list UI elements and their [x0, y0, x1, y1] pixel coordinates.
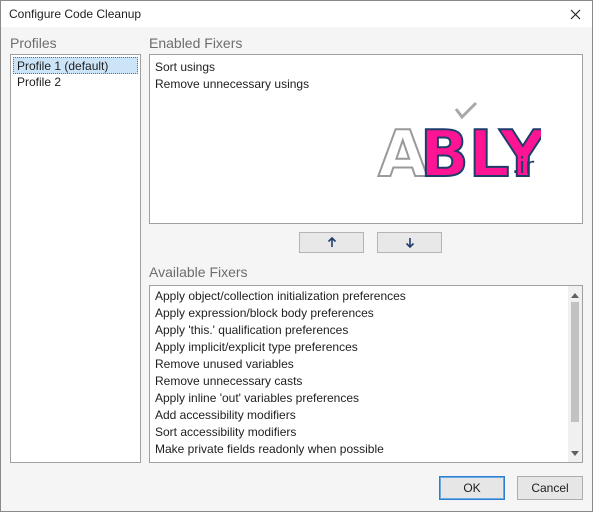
available-fixer-item[interactable]: Make private fields readonly when possib… — [150, 441, 568, 458]
available-fixer-item[interactable]: Apply expression/block body preferences — [150, 305, 568, 322]
title-bar: Configure Code Cleanup — [1, 1, 592, 27]
scroll-down-button[interactable] — [568, 446, 582, 460]
available-fixer-item[interactable]: Apply implicit/explicit type preferences — [150, 339, 568, 356]
watermark-logo: A BLY .ir — [377, 101, 541, 191]
scroll-thumb[interactable] — [571, 302, 579, 422]
scroll-down-icon — [571, 450, 579, 456]
profile-item[interactable]: Profile 1 (default) — [13, 57, 138, 74]
profile-item[interactable]: Profile 2 — [13, 74, 138, 91]
enabled-fixer-item[interactable]: Sort usings — [150, 59, 582, 76]
move-down-button[interactable] — [377, 232, 442, 253]
available-fixer-item[interactable]: Apply inline 'out' variables preferences — [150, 390, 568, 407]
available-fixer-item[interactable]: Remove unused variables — [150, 356, 568, 373]
arrow-down-icon — [405, 238, 414, 248]
ok-button[interactable]: OK — [439, 476, 505, 500]
available-fixers-list[interactable]: Apply object/collection initialization p… — [149, 285, 583, 463]
enabled-fixers-label: Enabled Fixers — [149, 35, 243, 51]
dialog-window: Configure Code Cleanup Profiles Profile … — [0, 0, 593, 512]
watermark-suffix: .ir — [512, 154, 535, 179]
scroll-up-button[interactable] — [568, 288, 582, 302]
profiles-label: Profiles — [10, 35, 57, 51]
available-fixer-item[interactable]: Apply 'this.' qualification preferences — [150, 322, 568, 339]
available-fixer-item[interactable]: Remove unnecessary casts — [150, 373, 568, 390]
available-fixer-item[interactable]: Sort accessibility modifiers — [150, 424, 568, 441]
profiles-list[interactable]: Profile 1 (default) Profile 2 — [10, 54, 141, 463]
cancel-button[interactable]: Cancel — [517, 476, 583, 500]
available-fixers-label: Available Fixers — [149, 264, 248, 280]
enabled-fixer-item[interactable]: Remove unnecessary usings — [150, 76, 582, 93]
available-fixer-item[interactable]: Apply object/collection initialization p… — [150, 288, 568, 305]
scroll-up-icon — [571, 292, 579, 298]
close-button[interactable] — [558, 1, 592, 27]
vertical-scrollbar[interactable] — [568, 286, 582, 462]
arrow-up-icon — [327, 237, 336, 247]
close-icon — [570, 9, 580, 19]
move-up-button[interactable] — [299, 232, 364, 253]
available-fixer-item[interactable]: Add accessibility modifiers — [150, 407, 568, 424]
window-title: Configure Code Cleanup — [9, 7, 142, 21]
